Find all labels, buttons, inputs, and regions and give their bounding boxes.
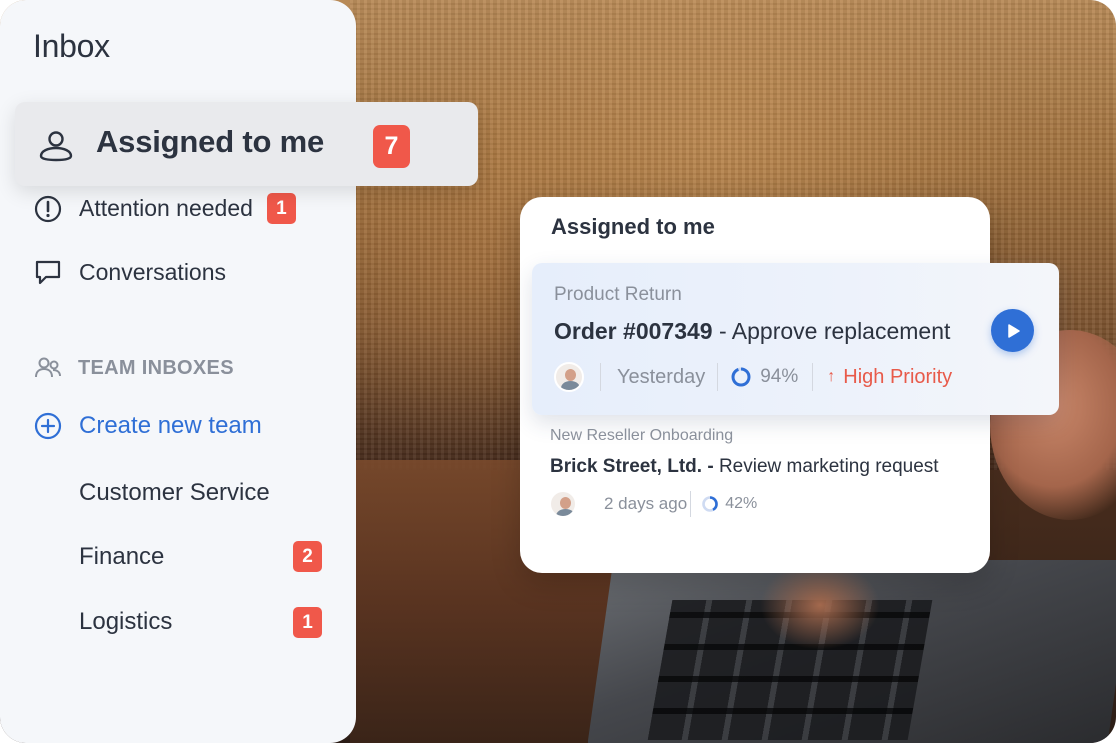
team-header-label: TEAM INBOXES (78, 356, 234, 379)
task-separator: - (718, 318, 727, 344)
divider (690, 491, 692, 517)
page-title: Inbox (33, 28, 110, 64)
team-item-customer-service[interactable]: Customer Service (79, 479, 270, 507)
play-icon (1007, 323, 1020, 338)
task-category: Product Return (554, 284, 682, 305)
task-item[interactable]: Product Return Order #007349 - Approve r… (532, 263, 1059, 415)
team-inboxes-header: TEAM INBOXES (33, 353, 234, 383)
task-action: Approve replacement (731, 318, 951, 344)
divider (812, 363, 814, 391)
progress-ring-icon (730, 366, 752, 388)
chat-bubble-icon (33, 257, 63, 287)
task-category: New Reseller Onboarding (550, 427, 734, 444)
priority-label: High Priority (843, 365, 953, 388)
sidebar-item-label: Conversations (79, 258, 227, 285)
users-icon (33, 353, 63, 383)
task-heading: Order #007349 - Approve replacement (554, 318, 950, 345)
task-time: Yesterday (617, 365, 706, 388)
task-time: 2 days ago (604, 494, 688, 513)
hand-lower (760, 560, 880, 650)
sidebar-item-label: Attention needed (79, 195, 253, 221)
alert-circle-icon (33, 194, 63, 224)
count-badge: 1 (266, 193, 296, 224)
divider (600, 363, 601, 391)
team-item-label: Logistics (79, 608, 173, 635)
team-item-label: Customer Service (79, 479, 270, 506)
avatar (554, 362, 584, 392)
sidebar-item-assigned[interactable]: Assigned to me 7 (15, 102, 478, 186)
progress-ring-icon (701, 495, 719, 513)
task-heading[interactable]: Brick Street, Ltd. - Review marketing re… (550, 456, 939, 478)
task-order: Order #007349 (554, 318, 713, 344)
divider (717, 363, 719, 391)
arrow-up-icon: ↑ (827, 368, 836, 385)
user-icon (37, 126, 75, 164)
task-action: Review marketing request (718, 456, 939, 477)
count-badge: 2 (293, 541, 322, 572)
avatar (549, 490, 577, 518)
card-title: Assigned to me (551, 214, 715, 239)
count-badge: 1 (293, 607, 322, 638)
sidebar-item-conversations[interactable]: Conversations (33, 257, 226, 287)
sidebar-item-attention[interactable]: Attention needed 1 (33, 193, 296, 224)
play-button[interactable] (991, 309, 1034, 352)
sidebar-item-label: Assigned to me (96, 124, 325, 159)
count-badge: 7 (373, 125, 410, 168)
team-item-logistics[interactable]: Logistics (79, 608, 172, 636)
create-team-button[interactable]: Create new team (33, 411, 262, 441)
task-progress: 42% (725, 495, 758, 512)
task-separator: - (707, 456, 714, 477)
plus-circle-icon (33, 411, 63, 441)
task-meta: 2 days ago 42% (549, 490, 757, 518)
task-progress: 94% (760, 366, 799, 387)
team-item-label: Finance (79, 543, 165, 570)
create-team-label: Create new team (79, 412, 262, 439)
team-item-finance[interactable]: Finance (79, 543, 164, 571)
task-meta: Yesterday 94% ↑ High Priority (554, 362, 952, 392)
task-order: Brick Street, Ltd. (550, 456, 703, 477)
